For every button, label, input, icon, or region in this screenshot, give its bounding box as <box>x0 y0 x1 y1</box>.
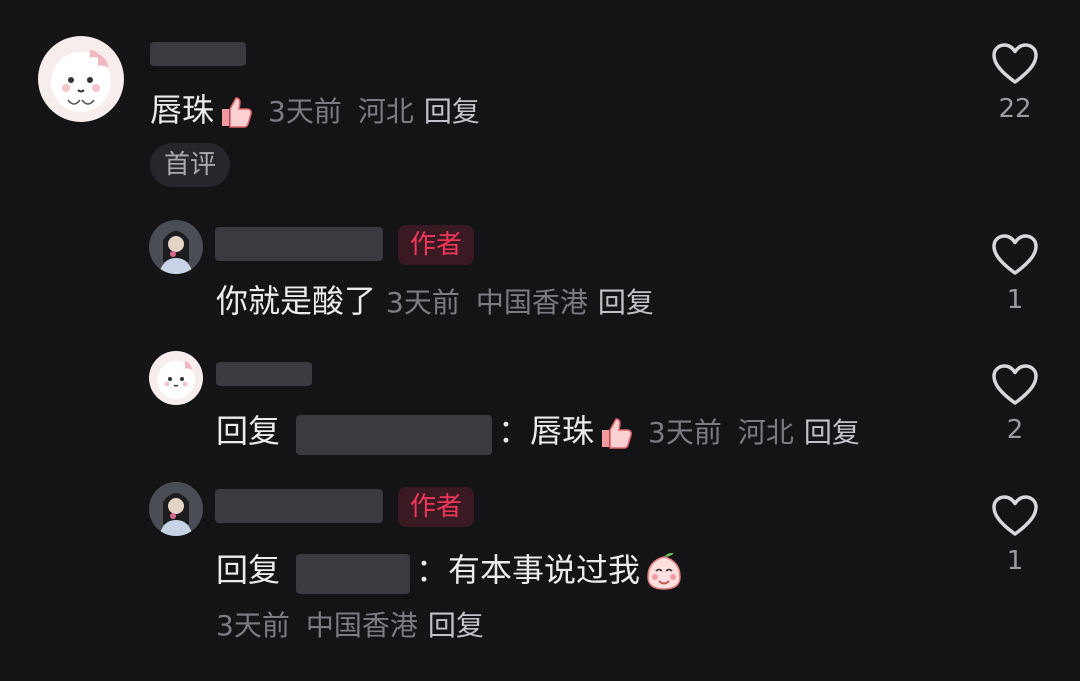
reply-button[interactable]: 回复 <box>428 609 484 642</box>
comment-time: 3天前 <box>268 95 342 128</box>
comment-time: 3天前 <box>648 416 722 449</box>
heart-outline-icon <box>992 43 1038 84</box>
heart-outline-icon <box>992 234 1038 275</box>
heart-outline-icon <box>992 495 1038 536</box>
reply-prefix: 回复 <box>216 412 281 450</box>
shy-peach-emoji <box>644 551 684 594</box>
thumbs-up-emoji <box>218 95 254 132</box>
redacted-mention[interactable] <box>296 553 411 594</box>
comment-row: 回复 ：有本事说过我 <box>216 551 684 594</box>
user-avatar[interactable] <box>38 36 124 122</box>
reply-prefix: 回复 <box>216 551 281 589</box>
comment-text: 唇珠 <box>150 91 215 129</box>
reply-button[interactable]: 回复 <box>804 416 860 449</box>
author-badge: 作者 <box>398 487 475 527</box>
comment-text: 唇珠 <box>530 412 595 450</box>
like-count: 1 <box>1006 285 1024 315</box>
comment-row: 回复 ：唇珠 3天前 河北 回复 <box>216 412 860 455</box>
comment-meta-row: 3天前 中国香港 回复 <box>216 612 484 640</box>
reply-separator: ： <box>498 412 531 450</box>
reply-button[interactable]: 回复 <box>598 286 654 319</box>
comment-location: 河北 <box>737 416 794 449</box>
heart-outline-icon <box>992 364 1038 405</box>
author-avatar[interactable] <box>149 482 203 536</box>
redacted-mention[interactable] <box>296 414 493 455</box>
comment-text: 有本事说过我 <box>448 551 641 589</box>
author-avatar[interactable] <box>149 220 203 274</box>
like-button[interactable]: 22 <box>990 42 1040 122</box>
redacted-username[interactable] <box>215 227 383 261</box>
comment-location: 河北 <box>357 95 414 128</box>
like-button[interactable]: 1 <box>990 233 1040 313</box>
user-avatar[interactable] <box>149 351 203 405</box>
like-count: 22 <box>998 94 1032 124</box>
first-comment-badge: 首评 <box>150 143 231 187</box>
comment-text: 你就是酸了 <box>216 282 377 320</box>
comment-time: 3天前 <box>216 609 290 642</box>
like-count: 2 <box>1006 415 1024 445</box>
author-badge: 作者 <box>398 225 475 265</box>
comment-row: 唇珠 3天前 河北 回复 <box>150 94 480 132</box>
comment-location: 中国香港 <box>305 609 418 642</box>
like-button[interactable]: 2 <box>990 363 1040 443</box>
thumbs-up-emoji <box>598 416 634 453</box>
comment-location: 中国香港 <box>475 286 588 319</box>
redacted-username[interactable] <box>216 362 312 386</box>
reply-button[interactable]: 回复 <box>424 95 480 128</box>
reply-separator: ： <box>416 551 449 589</box>
comment-row: 你就是酸了 3天前 中国香港 回复 <box>216 285 654 317</box>
like-count: 1 <box>1006 546 1024 576</box>
comment-time: 3天前 <box>386 286 460 319</box>
like-button[interactable]: 1 <box>990 494 1040 574</box>
redacted-username[interactable] <box>215 489 383 523</box>
redacted-username[interactable] <box>150 42 246 66</box>
